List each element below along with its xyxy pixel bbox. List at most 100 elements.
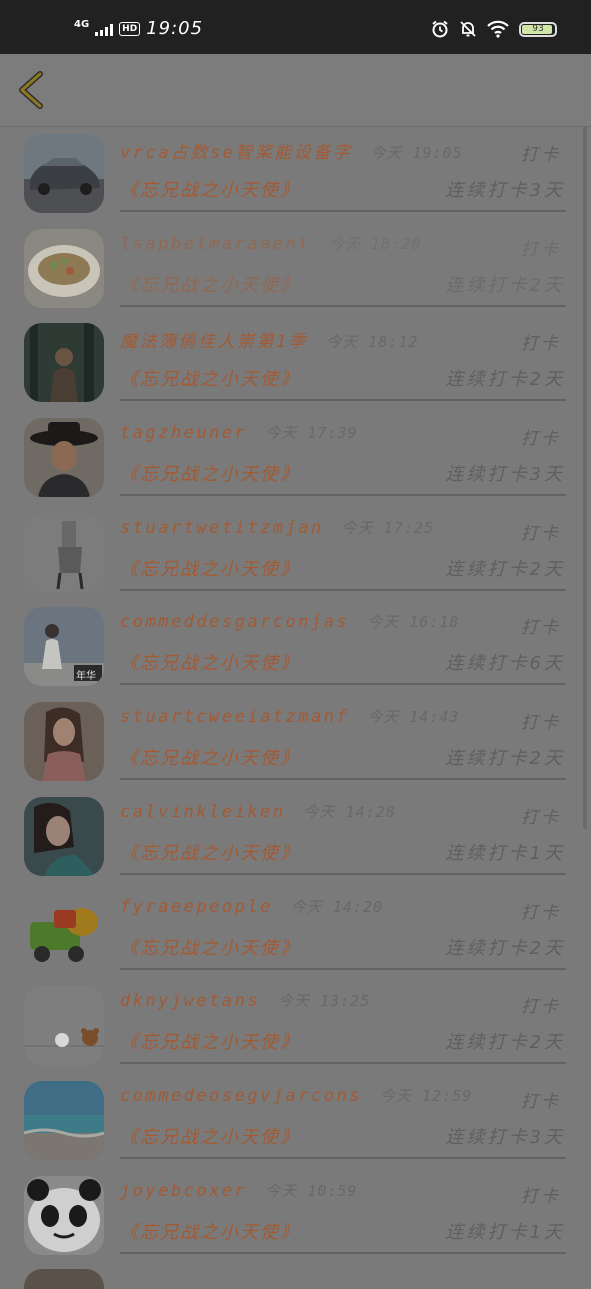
avatar-caption: 年华 — [76, 671, 96, 683]
avatar — [24, 323, 104, 403]
book-title[interactable]: 《忘兄战之小天使》 — [120, 460, 300, 486]
punch-label: 打卡 — [521, 807, 561, 828]
streak-count: 连续打卡2天 — [445, 1032, 565, 1054]
avatar — [24, 702, 104, 782]
streak-count: 连续打卡6天 — [445, 653, 565, 675]
user-name: fyraeepeople — [120, 896, 273, 917]
punch-time: 今天 13:25 — [278, 992, 371, 1011]
avatar — [24, 796, 104, 876]
streak-count: 连续打卡2天 — [445, 558, 565, 580]
streak-count: 连续打卡3天 — [445, 1126, 565, 1148]
divider — [120, 210, 566, 212]
divider — [120, 399, 566, 402]
punch-time: 今天 12:59 — [379, 1086, 473, 1105]
book-title[interactable]: 《忘兄战之小天使》 — [120, 555, 300, 581]
punch-label: 打卡 — [521, 1091, 561, 1112]
user-name: stuartcweeiatzmanf — [120, 707, 350, 728]
divider — [120, 1251, 566, 1254]
punch-time: 今天 17:39 — [265, 424, 358, 443]
divider — [120, 588, 566, 591]
user-name: dknyjwetans — [120, 991, 261, 1012]
top-bar — [0, 54, 591, 127]
punch-time: 今天 14:28 — [303, 802, 396, 821]
avatar: 年华 — [24, 607, 104, 687]
network-type: 4G — [74, 18, 90, 30]
list-item[interactable]: stuartwetitzmjan 今天 17:25 打卡 《忘兄战之小天使》 连续… — [0, 505, 591, 600]
chevron-left-icon[interactable] — [16, 70, 46, 110]
user-name: vrca占数se智桨能设备字 — [120, 143, 353, 163]
streak-count: 连续打卡3天 — [445, 180, 565, 201]
book-title[interactable]: 《忘兄战之小天使》 — [120, 744, 300, 770]
book-title[interactable]: 《忘兄战之小天使》 — [120, 934, 300, 960]
list-item-partial[interactable] — [0, 1263, 591, 1289]
book-title[interactable]: 《忘兄战之小天使》 — [120, 176, 300, 202]
hd-badge: HD — [119, 21, 141, 36]
name-line: stuartcweeiatzmanf 今天 14:43 打卡 — [120, 706, 565, 734]
name-line: calvinkleiken 今天 14:28 打卡 — [120, 801, 565, 829]
punch-time: 今天 17:25 — [341, 518, 434, 537]
punch-time: 今天 18:12 — [326, 333, 419, 352]
list-item[interactable]: joyebcoxer 今天 10:59 打卡 《忘兄战之小天使》 连续打卡1天 — [0, 1168, 591, 1263]
punch-time: 今天 16:18 — [367, 613, 460, 632]
name-line: lsapbelmaraaent 今天 18:20 打卡 — [120, 233, 565, 261]
divider — [120, 967, 566, 970]
name-line: joyebcoxer 今天 10:59 打卡 — [120, 1180, 565, 1208]
streak-count: 连续打卡2天 — [445, 274, 565, 296]
divider — [120, 1062, 566, 1065]
name-line: 魔法簿倘佳人崇第1季 今天 18:12 打卡 — [120, 327, 565, 355]
punch-time: 今天 10:59 — [265, 1181, 358, 1200]
book-title[interactable]: 《忘兄战之小天使》 — [120, 839, 300, 865]
user-name: commeddesgarconjas — [120, 612, 350, 633]
name-line: tagzheuner 今天 17:39 打卡 — [120, 422, 565, 450]
battery-icon: 93 — [519, 21, 557, 37]
mute-notification-icon — [460, 21, 476, 37]
name-line: commedeosegvjarcons 今天 12:59 打卡 — [120, 1085, 565, 1113]
battery-level: 93 — [532, 23, 544, 34]
punch-time: 今天 14:20 — [290, 897, 384, 916]
streak-count: 连续打卡1天 — [445, 1221, 565, 1243]
clock: 19:05 — [146, 18, 204, 39]
avatar — [24, 986, 104, 1066]
avatar — [24, 228, 104, 308]
avatar — [24, 1080, 104, 1160]
name-line: commeddesgarconjas 今天 16:18 打卡 — [120, 611, 565, 639]
punch-label: 打卡 — [521, 429, 561, 450]
book-title[interactable]: 《忘兄战之小天使》 — [120, 271, 300, 297]
streak-count: 连续打卡2天 — [445, 748, 565, 770]
avatar — [24, 1269, 104, 1289]
book-title[interactable]: 《忘兄战之小天使》 — [120, 649, 300, 675]
punch-label: 打卡 — [521, 523, 561, 544]
punch-label: 打卡 — [521, 334, 561, 355]
divider — [120, 1156, 566, 1159]
book-title[interactable]: 《忘兄战之小天使》 — [120, 1123, 300, 1149]
book-title[interactable]: 《忘兄战之小天使》 — [120, 1218, 300, 1244]
user-name: lsapbelmaraaent — [120, 233, 312, 254]
user-name: 魔法簿倘佳人崇第1季 — [120, 332, 309, 353]
name-line: dknyjwetans 今天 13:25 打卡 — [120, 990, 565, 1018]
book-title[interactable]: 《忘兄战之小天使》 — [120, 1028, 300, 1054]
punch-time: 今天 19:05 — [370, 144, 463, 162]
avatar — [24, 1175, 104, 1255]
name-line: vrca占数se智桨能设备字 今天 19:05 打卡 — [120, 138, 565, 166]
avatar — [24, 134, 104, 213]
punch-label: 打卡 — [521, 902, 561, 923]
list-item[interactable]: tagzheuner 今天 17:39 打卡 《忘兄战之小天使》 连续打卡3天 — [0, 410, 591, 505]
list-item[interactable]: calvinkleiken 今天 14:28 打卡 《忘兄战之小天使》 连续打卡1… — [0, 789, 591, 884]
list-item[interactable]: commedeosegvjarcons 今天 12:59 打卡 《忘兄战之小天使》… — [0, 1073, 591, 1168]
book-title[interactable]: 《忘兄战之小天使》 — [120, 365, 300, 391]
status-bar: 4G HD 19:05 93 — [0, 0, 591, 54]
streak-count: 连续打卡2天 — [445, 937, 565, 959]
list-item[interactable]: fyraeepeople 今天 14:20 打卡 《忘兄战之小天使》 连续打卡2天 — [0, 884, 591, 979]
list-item[interactable]: 魔法簿倘佳人崇第1季 今天 18:12 打卡 《忘兄战之小天使》 连续打卡2天 — [0, 315, 591, 410]
divider — [120, 494, 566, 497]
punch-label: 打卡 — [521, 997, 561, 1018]
name-line: fyraeepeople 今天 14:20 打卡 — [120, 896, 565, 924]
list-item[interactable]: vrca占数se智桨能设备字 今天 19:05 打卡 《忘兄战之小天使》 连续打卡… — [0, 126, 591, 221]
list-item[interactable]: dknyjwetans 今天 13:25 打卡 《忘兄战之小天使》 连续打卡2天 — [0, 978, 591, 1073]
status-right: 93 — [431, 20, 557, 38]
divider — [120, 304, 566, 307]
list-item[interactable]: lsapbelmaraaent 今天 18:20 打卡 《忘兄战之小天使》 连续打… — [0, 221, 591, 316]
list-item[interactable]: stuartcweeiatzmanf 今天 14:43 打卡 《忘兄战之小天使》 … — [0, 694, 591, 789]
wifi-icon — [487, 20, 509, 38]
list-item[interactable]: 年华 commeddesgarconjas 今天 16:18 打卡 《忘兄战之小天… — [0, 599, 591, 694]
